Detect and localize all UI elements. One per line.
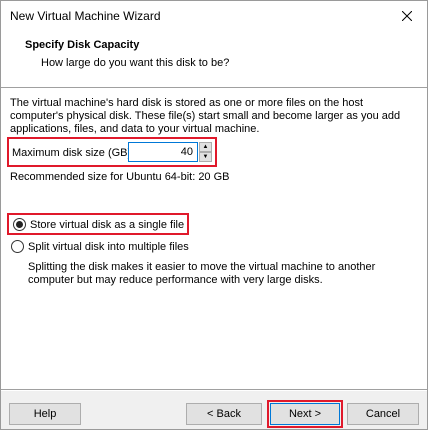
footer-divider-highlight (1, 390, 427, 391)
arrow-down-icon: ▼ (202, 154, 209, 160)
close-icon (402, 11, 412, 21)
single-file-option-highlight: Store virtual disk as a single file (7, 213, 189, 235)
split-file-radio[interactable] (11, 240, 24, 253)
wizard-header: Specify Disk Capacity How large do you w… (1, 31, 427, 87)
page-subtitle: How large do you want this disk to be? (41, 57, 230, 69)
back-button[interactable]: < Back (186, 403, 262, 425)
disk-size-spinner: ▲ ▼ (199, 142, 212, 162)
next-button[interactable]: Next > (270, 403, 340, 425)
spin-up-button[interactable]: ▲ (199, 142, 212, 152)
recommended-size-text: Recommended size for Ubuntu 64-bit: 20 G… (10, 171, 230, 183)
single-file-radio[interactable] (13, 218, 26, 231)
help-button[interactable]: Help (9, 403, 81, 425)
page-title: Specify Disk Capacity (25, 39, 140, 51)
split-description: Splitting the disk makes it easier to mo… (28, 261, 376, 286)
spin-down-button[interactable]: ▼ (199, 152, 212, 162)
split-file-label[interactable]: Split virtual disk into multiple files (28, 241, 189, 253)
window-title: New Virtual Machine Wizard (10, 9, 161, 23)
disk-size-input[interactable]: 40 (128, 142, 198, 162)
single-file-label[interactable]: Store virtual disk as a single file (30, 219, 184, 231)
arrow-up-icon: ▲ (202, 144, 209, 150)
disk-description: The virtual machine's hard disk is store… (10, 97, 401, 135)
disk-size-highlight: Maximum disk size (GB): 40 ▲ ▼ (7, 137, 217, 167)
wizard-window: New Virtual Machine Wizard Specify Disk … (0, 0, 428, 430)
disk-size-label: Maximum disk size (GB): (12, 147, 135, 159)
close-button[interactable] (387, 1, 427, 31)
cancel-button[interactable]: Cancel (347, 403, 419, 425)
wizard-content: The virtual machine's hard disk is store… (1, 89, 427, 389)
title-bar: New Virtual Machine Wizard (1, 1, 427, 31)
